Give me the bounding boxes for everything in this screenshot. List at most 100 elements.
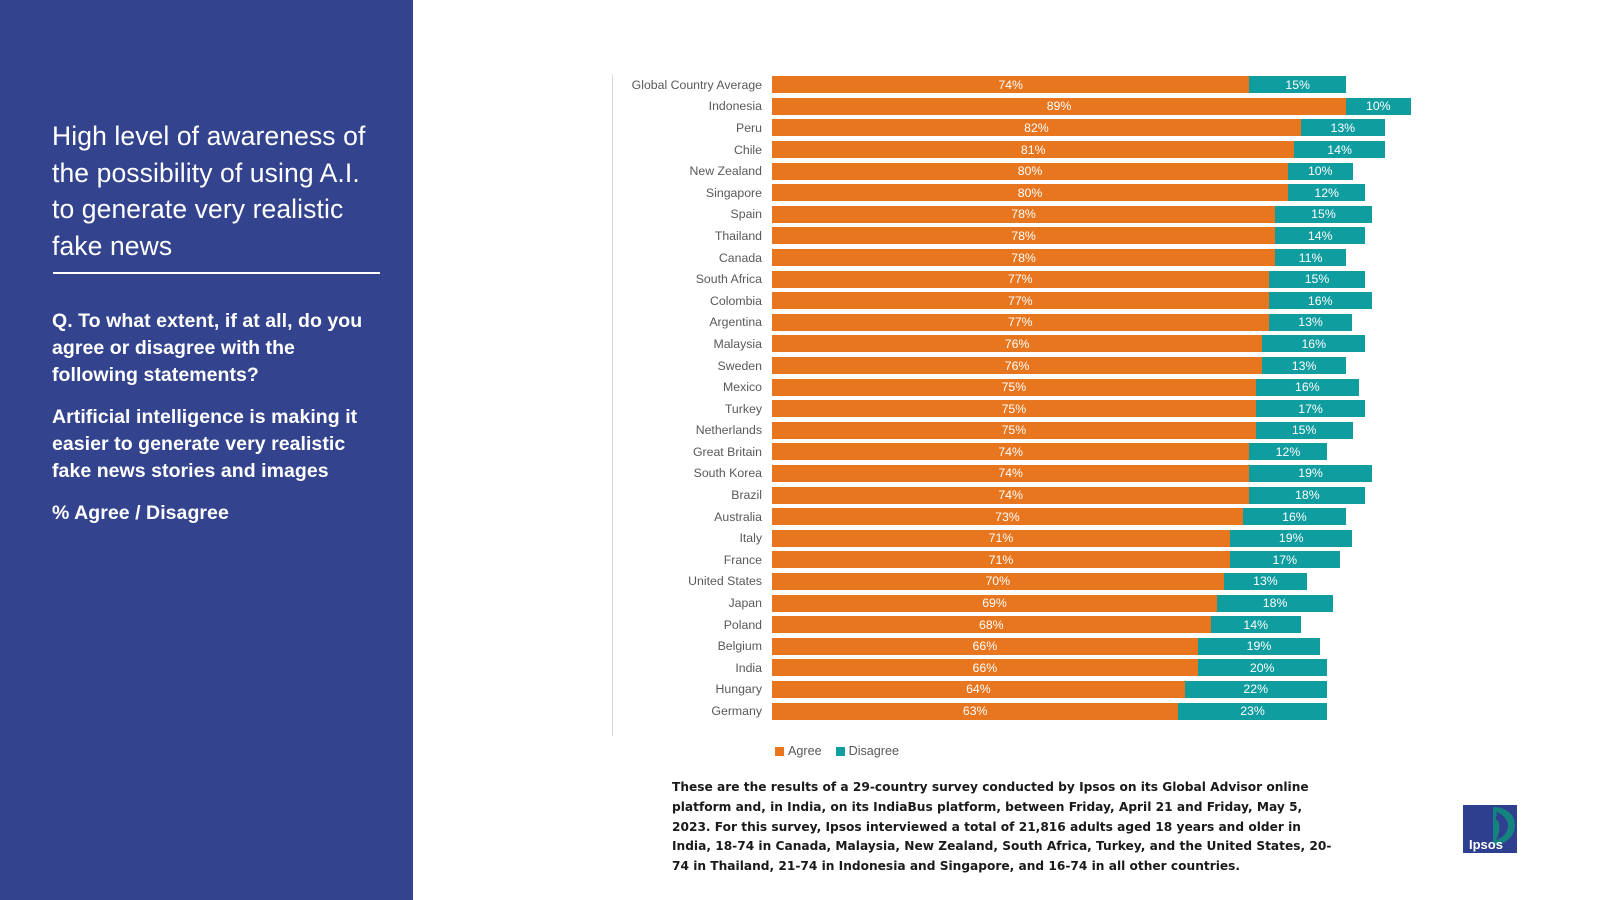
bar-segment-agree: 82%: [772, 119, 1301, 137]
country-label: Turkey: [724, 401, 762, 416]
bar-segment-disagree: 14%: [1210, 616, 1301, 634]
bar-segment-agree: 70%: [772, 572, 1224, 590]
bar-segment-disagree: 17%: [1229, 551, 1340, 569]
country-label: Argentina: [709, 315, 762, 330]
country-label: Germany: [711, 704, 762, 719]
bar-segment-disagree: 16%: [1242, 508, 1347, 526]
country-label: Chile: [733, 142, 762, 157]
legend-item-agree[interactable]: Agree: [775, 744, 822, 758]
survey-statement: Artificial intelligence is making it eas…: [52, 405, 358, 482]
chart-row: Germany 63% 23%: [612, 700, 1412, 722]
bar-segment-disagree: 19%: [1197, 637, 1321, 655]
country-label: India: [735, 660, 762, 675]
bar-segment-agree: 80%: [772, 162, 1288, 180]
country-label: Japan: [728, 596, 762, 611]
bar-track: 70% 13%: [772, 571, 1412, 593]
country-label: Canada: [718, 250, 762, 265]
country-label: Sweden: [717, 358, 762, 373]
country-label: Australia: [714, 509, 762, 524]
ipsos-logo: Ipsos: [1463, 805, 1517, 853]
country-label: Thailand: [714, 228, 762, 243]
bar-track: 74% 19%: [772, 463, 1412, 485]
bar-segment-agree: 77%: [772, 313, 1269, 331]
legend-item-disagree[interactable]: Disagree: [835, 744, 899, 758]
bar-segment-disagree: 12%: [1249, 443, 1327, 461]
bar-segment-agree: 74%: [772, 486, 1250, 504]
bar-segment-agree: 74%: [772, 76, 1250, 94]
title-divider: [53, 272, 380, 274]
chart-row: South Korea 74% 19%: [612, 463, 1412, 485]
bar-track: 69% 18%: [772, 592, 1412, 614]
bar-segment-disagree: 14%: [1275, 227, 1366, 245]
chart-row: Spain 78% 15%: [612, 204, 1412, 226]
bar-segment-disagree: 16%: [1255, 378, 1359, 396]
chart-row: Peru 82% 13%: [612, 117, 1412, 139]
bar-segment-agree: 75%: [772, 378, 1256, 396]
bar-segment-agree: 77%: [772, 270, 1269, 288]
chart-row: Singapore 80% 12%: [612, 182, 1412, 204]
country-label: Peru: [736, 120, 762, 135]
chart-row: Sweden 76% 13%: [612, 355, 1412, 377]
bar-segment-disagree: 10%: [1346, 97, 1411, 115]
country-label: Belgium: [717, 639, 762, 654]
bar-segment-agree: 63%: [772, 702, 1179, 720]
country-label: France: [723, 552, 762, 567]
bar-segment-disagree: 13%: [1268, 313, 1353, 331]
slide-footer: 5 © Ipsos | Global Views on A.I. and Dis…: [0, 838, 1600, 900]
bar-segment-agree: 76%: [772, 335, 1263, 353]
bar-track: 75% 15%: [772, 420, 1412, 442]
bar-segment-disagree: 10%: [1288, 162, 1353, 180]
question-block: Q. To what extent, if at all, do you agr…: [52, 308, 385, 527]
country-label: South Africa: [695, 272, 762, 287]
chart-row: Italy 71% 19%: [612, 527, 1412, 549]
country-label: Brazil: [731, 488, 762, 503]
bar-track: 76% 16%: [772, 333, 1412, 355]
stacked-bar-chart: Global Country Average 74% 15% Indonesia 89%…: [612, 74, 1412, 722]
legend-swatch-disagree-icon: [835, 746, 845, 756]
bar-segment-disagree: 18%: [1217, 594, 1334, 612]
bar-segment-agree: 69%: [772, 594, 1218, 612]
bar-segment-disagree: 22%: [1184, 680, 1327, 698]
bar-track: 78% 15%: [772, 204, 1412, 226]
bar-segment-agree: 78%: [772, 205, 1276, 223]
bar-track: 77% 15%: [772, 268, 1412, 290]
bar-segment-disagree: 15%: [1255, 421, 1353, 439]
bar-track: 76% 13%: [772, 355, 1412, 377]
bar-segment-agree: 76%: [772, 357, 1263, 375]
chart-row: Australia 73% 16%: [612, 506, 1412, 528]
chart-row: Global Country Average 74% 15%: [612, 74, 1412, 96]
country-label: South Korea: [693, 466, 762, 481]
bar-segment-disagree: 15%: [1268, 270, 1366, 288]
bar-track: 82% 13%: [772, 117, 1412, 139]
bar-segment-agree: 66%: [772, 637, 1198, 655]
bar-segment-disagree: 13%: [1223, 572, 1308, 590]
bar-track: 71% 19%: [772, 527, 1412, 549]
bar-segment-disagree: 14%: [1294, 141, 1385, 159]
country-label: Colombia: [710, 293, 762, 308]
bar-track: 74% 18%: [772, 484, 1412, 506]
bar-track: 66% 20%: [772, 657, 1412, 679]
bar-track: 63% 23%: [772, 700, 1412, 722]
country-label: Spain: [730, 207, 762, 222]
country-label: Poland: [723, 617, 762, 632]
bar-segment-disagree: 18%: [1249, 486, 1366, 504]
bar-track: 89% 10%: [772, 96, 1412, 118]
chart-row: Canada 78% 11%: [612, 247, 1412, 269]
slide-canvas: High level of awareness of the possibili…: [0, 0, 1600, 900]
chart-row: India 66% 20%: [612, 657, 1412, 679]
bar-segment-agree: 66%: [772, 659, 1198, 677]
bar-segment-disagree: 12%: [1288, 184, 1366, 202]
chart-row: New Zealand 80% 10%: [612, 160, 1412, 182]
bar-segment-agree: 73%: [772, 508, 1243, 526]
chart-row: Poland 68% 14%: [612, 614, 1412, 636]
bar-segment-agree: 78%: [772, 249, 1276, 267]
country-label: Malaysia: [713, 336, 762, 351]
bar-segment-agree: 81%: [772, 141, 1295, 159]
bar-track: 75% 17%: [772, 398, 1412, 420]
chart-row: Netherlands 75% 15%: [612, 420, 1412, 442]
country-label: United States: [688, 574, 762, 589]
bar-segment-agree: 77%: [772, 292, 1269, 310]
bar-segment-agree: 75%: [772, 400, 1256, 418]
bar-segment-disagree: 19%: [1229, 529, 1353, 547]
chart-legend: Agree Disagree: [775, 744, 899, 758]
